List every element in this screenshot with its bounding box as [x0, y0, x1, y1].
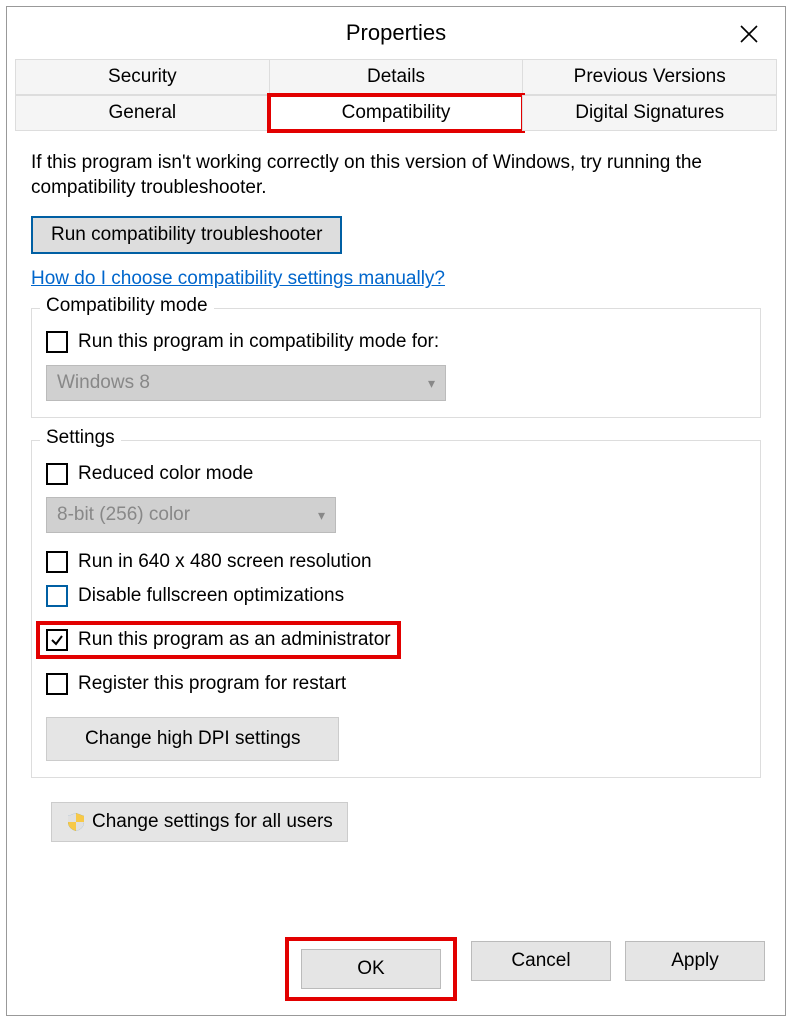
disable-fullscreen-label: Disable fullscreen optimizations: [78, 585, 344, 607]
settings-group: Settings Reduced color mode 8-bit (256) …: [31, 440, 761, 778]
disable-fullscreen-checkbox[interactable]: [46, 585, 68, 607]
ok-button[interactable]: OK: [301, 949, 441, 989]
chevron-down-icon: ▾: [318, 507, 325, 524]
run-640-checkbox[interactable]: [46, 551, 68, 573]
dialog-footer: OK Cancel Apply: [7, 925, 785, 1015]
window-title: Properties: [346, 20, 446, 46]
register-restart-label: Register this program for restart: [78, 673, 346, 695]
chevron-down-icon: ▾: [428, 375, 435, 392]
compatibility-mode-group: Compatibility mode Run this program in c…: [31, 308, 761, 418]
register-restart-checkbox[interactable]: [46, 673, 68, 695]
tab-details[interactable]: Details: [269, 59, 524, 95]
close-icon: [739, 24, 759, 44]
color-depth-select: 8-bit (256) color ▾: [46, 497, 336, 533]
run-as-admin-row: Run this program as an administrator: [40, 625, 397, 655]
titlebar: Properties: [7, 7, 785, 59]
tab-general[interactable]: General: [15, 95, 270, 131]
reduced-color-label: Reduced color mode: [78, 463, 253, 485]
change-all-users-button[interactable]: Change settings for all users: [51, 802, 348, 842]
run-640-label: Run in 640 x 480 screen resolution: [78, 551, 372, 573]
ok-highlight: OK: [289, 941, 453, 997]
compat-mode-checkbox[interactable]: [46, 331, 68, 353]
tab-security[interactable]: Security: [15, 59, 270, 95]
tab-digital-signatures[interactable]: Digital Signatures: [522, 95, 777, 131]
close-button[interactable]: [727, 17, 771, 51]
color-depth-select-value: 8-bit (256) color: [57, 504, 190, 526]
reduced-color-checkbox[interactable]: [46, 463, 68, 485]
run-troubleshooter-button[interactable]: Run compatibility troubleshooter: [31, 216, 342, 254]
properties-dialog: Properties Security Details Previous Ver…: [6, 6, 786, 1016]
tab-content: If this program isn't working correctly …: [7, 131, 785, 925]
tabs: Security Details Previous Versions Gener…: [7, 59, 785, 131]
tab-previous-versions[interactable]: Previous Versions: [522, 59, 777, 95]
compat-mode-select-value: Windows 8: [57, 372, 150, 394]
shield-icon: [66, 812, 86, 832]
tab-compatibility[interactable]: Compatibility: [269, 95, 524, 131]
help-link[interactable]: How do I choose compatibility settings m…: [31, 268, 445, 290]
change-dpi-button[interactable]: Change high DPI settings: [46, 717, 339, 761]
apply-button[interactable]: Apply: [625, 941, 765, 981]
run-as-admin-label: Run this program as an administrator: [78, 629, 391, 651]
group-title-settings: Settings: [40, 427, 121, 449]
change-all-users-label: Change settings for all users: [92, 811, 333, 833]
compat-mode-select: Windows 8 ▾: [46, 365, 446, 401]
cancel-button[interactable]: Cancel: [471, 941, 611, 981]
run-as-admin-checkbox[interactable]: [46, 629, 68, 651]
group-title-compat: Compatibility mode: [40, 295, 214, 317]
compat-mode-label: Run this program in compatibility mode f…: [78, 331, 439, 353]
intro-text: If this program isn't working correctly …: [31, 151, 761, 200]
